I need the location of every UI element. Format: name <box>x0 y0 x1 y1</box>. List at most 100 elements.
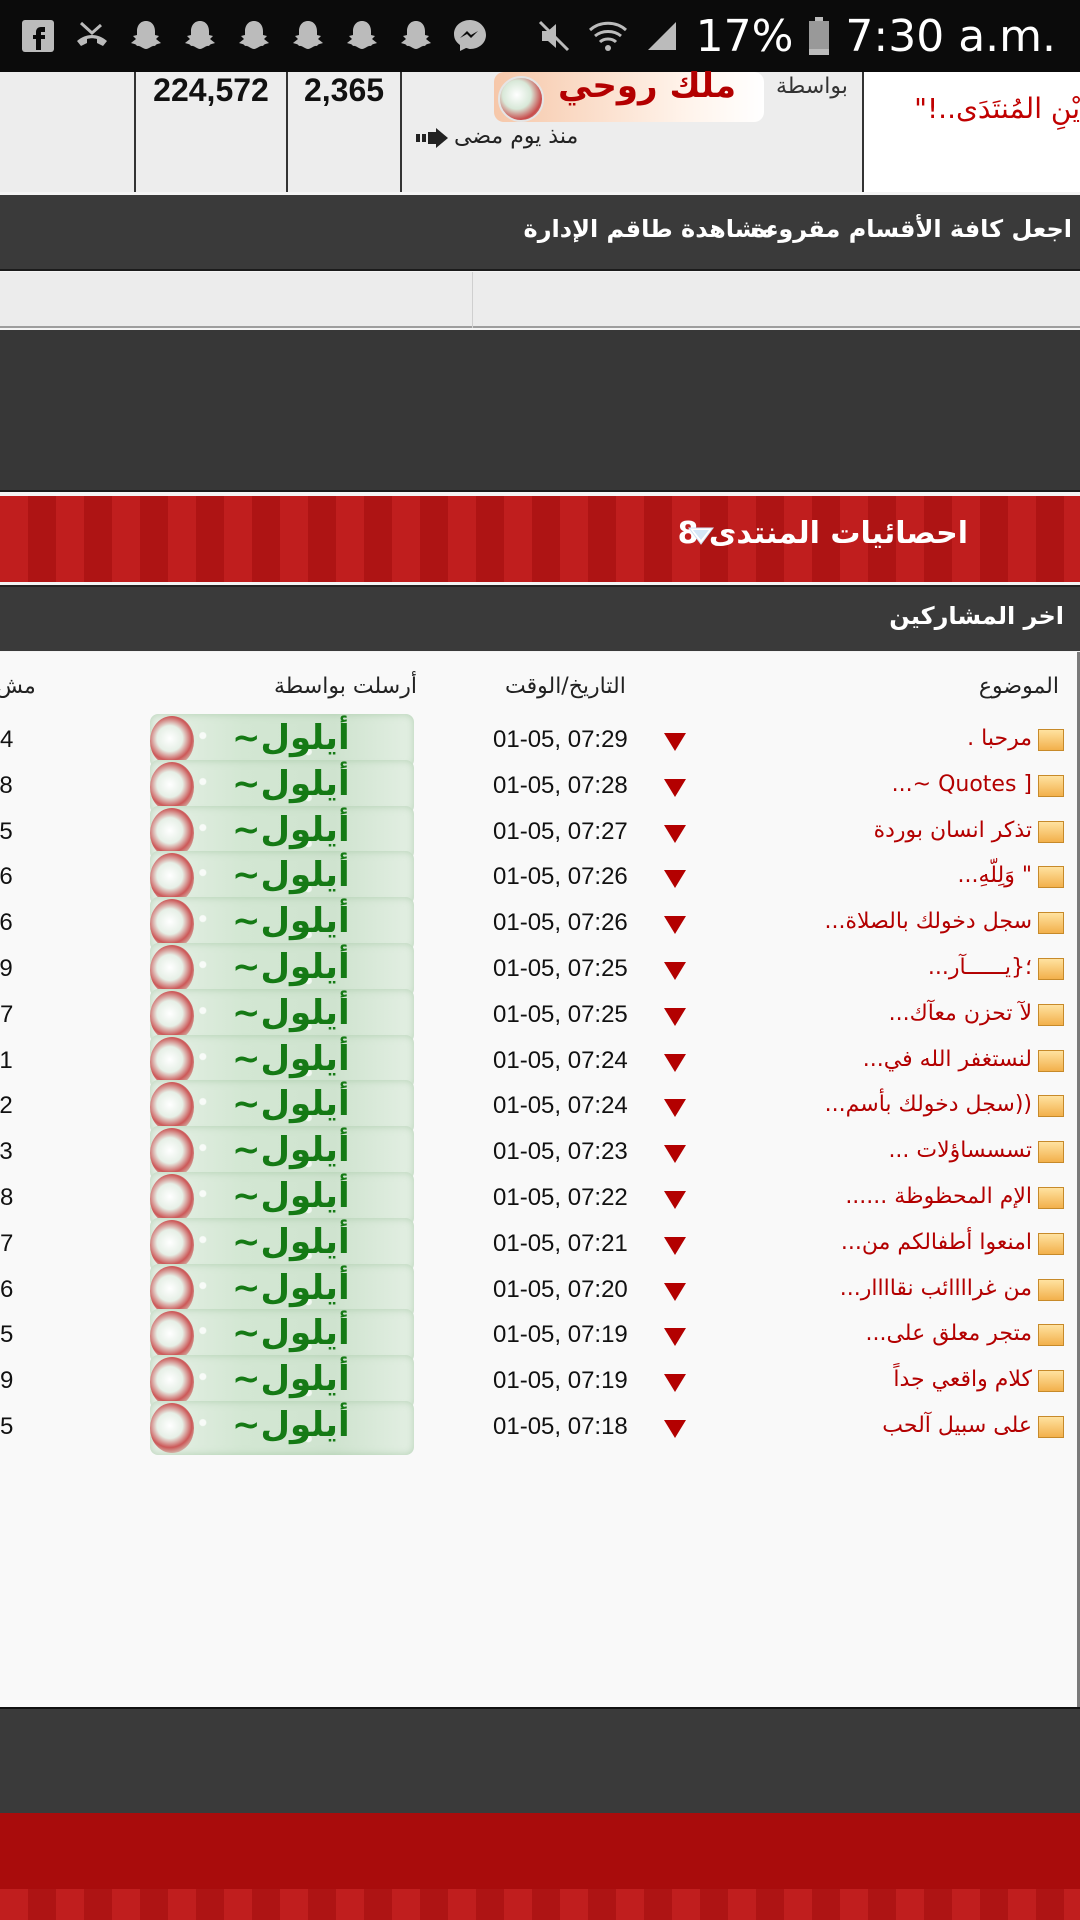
user-avatar[interactable] <box>150 1403 194 1453</box>
topic-link[interactable]: " وَلِلّهِ... <box>958 863 1033 888</box>
go-to-last-post-icon[interactable] <box>662 1326 688 1348</box>
topic-link[interactable]: لنستغفر الله في... <box>863 1047 1032 1072</box>
user-avatar[interactable] <box>150 716 194 766</box>
go-to-last-post-icon[interactable] <box>662 777 688 799</box>
footer-red-band <box>0 1813 1080 1889</box>
poster-username[interactable]: أيلول~ <box>232 1084 350 1124</box>
topic-link[interactable]: من غراااائب نقاااار... <box>840 1276 1032 1301</box>
snapchat-icon <box>342 16 382 56</box>
user-avatar[interactable] <box>150 807 194 858</box>
poster-username[interactable]: أيلول~ <box>232 1130 350 1170</box>
view-count: 8 <box>0 1184 14 1211</box>
poster-username[interactable]: أيلول~ <box>232 901 350 941</box>
topic-link[interactable]: متجر معلق على... <box>865 1321 1032 1346</box>
post-datetime: 01-05, 07:27 <box>493 817 628 845</box>
stat-posts: 224,572 <box>136 72 288 192</box>
user-avatar[interactable] <box>150 945 194 995</box>
topic-folder-icon <box>1038 1370 1064 1393</box>
col-datetime-header: التاريخ/الوقت <box>505 674 626 699</box>
view-count: 53 <box>0 1138 13 1166</box>
poster-username[interactable]: أيلول~ <box>232 764 350 804</box>
view-count: 06 <box>0 909 13 937</box>
view-count: 31 <box>0 1046 13 1074</box>
topic-link[interactable]: تذكر انسان بوردة <box>874 818 1032 843</box>
go-to-last-post-icon[interactable] <box>662 1097 688 1119</box>
go-to-last-post-icon[interactable] <box>662 868 688 890</box>
topic-folder-icon <box>1038 729 1064 751</box>
go-to-last-post-icon[interactable] <box>662 1418 688 1440</box>
topic-link[interactable]: سجل دخولك بالصلاة... <box>824 909 1032 934</box>
go-to-last-post-icon[interactable] <box>662 1143 688 1165</box>
go-to-last-post-icon[interactable] <box>662 914 688 936</box>
user-avatar[interactable] <box>150 1219 194 1270</box>
view-count: 35 <box>0 817 13 845</box>
go-to-last-post-icon[interactable] <box>662 1235 688 1257</box>
member-avatar[interactable] <box>498 76 544 122</box>
poster-username[interactable]: أيلول~ <box>232 947 350 987</box>
view-count: 36 <box>0 863 13 891</box>
user-avatar[interactable] <box>150 1357 194 1408</box>
snapchat-icon <box>126 16 166 56</box>
user-avatar[interactable] <box>150 1128 194 1179</box>
go-to-last-post-icon[interactable] <box>662 823 688 845</box>
divider <box>472 272 473 328</box>
topic-link[interactable]: مرحبا . <box>967 726 1032 751</box>
poster-username[interactable]: أيلول~ <box>232 1405 350 1445</box>
poster-username[interactable]: أيلول~ <box>232 810 350 850</box>
topic-link[interactable]: [ Quotes ~... <box>892 772 1032 797</box>
collapse-arrow-icon[interactable] <box>687 526 715 546</box>
topic-link[interactable]: امنعوا أطفالكم من... <box>841 1230 1032 1255</box>
post-datetime: 01-05, 07:25 <box>493 955 628 982</box>
view-count: 4 <box>0 726 14 753</box>
user-avatar[interactable] <box>150 1036 194 1087</box>
user-avatar[interactable] <box>150 1265 194 1316</box>
poster-username[interactable]: أيلول~ <box>232 1313 350 1353</box>
stat-cell-empty <box>0 72 136 192</box>
forum-quote: يْنِ المُنتَدَى..!" <box>914 92 1080 125</box>
col-count-header: مش <box>0 674 36 699</box>
col-topic-header: الموضوع <box>978 674 1059 699</box>
poster-username[interactable]: أيلول~ <box>232 1359 350 1399</box>
user-avatar[interactable] <box>150 990 194 1041</box>
go-to-last-post-icon[interactable] <box>662 731 688 753</box>
poster-username[interactable]: أيلول~ <box>232 1222 350 1262</box>
go-to-last-post-icon[interactable] <box>662 1189 688 1211</box>
forum-action-bar: اجعل كافة الأقسام مقروءة مشاهدة طاقم الإ… <box>0 195 1080 271</box>
view-count: 5 <box>0 1413 14 1440</box>
topic-link[interactable]: ((سجل دخولك بأسم... <box>825 1092 1032 1117</box>
poster-username[interactable]: أيلول~ <box>232 993 350 1033</box>
forum-stats-title: احصائيات المنتدى 8 <box>677 516 968 551</box>
view-admins-link[interactable]: مشاهدة طاقم الإدارة <box>524 215 774 243</box>
user-avatar[interactable] <box>150 899 194 950</box>
view-count: 7 <box>0 1000 14 1028</box>
topic-link[interactable]: لآ تحزن معآك... <box>889 1001 1032 1026</box>
topic-folder-icon <box>1038 1141 1064 1164</box>
post-datetime: 01-05, 07:18 <box>493 1413 628 1440</box>
user-avatar[interactable] <box>150 1174 194 1224</box>
view-count: 9 <box>0 1367 14 1395</box>
poster-username[interactable]: أيلول~ <box>232 718 350 758</box>
topic-link[interactable]: الإم المحظوظة ...... <box>845 1184 1032 1209</box>
topic-folder-icon <box>1038 1187 1064 1209</box>
topic-link[interactable]: ؛{يــــــآر... <box>928 955 1032 980</box>
post-datetime: 01-05, 07:21 <box>493 1229 628 1257</box>
topic-link[interactable]: على سبيل آلحب <box>882 1413 1032 1438</box>
newest-member-name[interactable]: ملك روحي <box>558 66 736 106</box>
poster-username[interactable]: أيلول~ <box>232 855 350 895</box>
snapchat-icon <box>396 16 436 56</box>
go-to-last-post-icon[interactable] <box>662 1281 688 1303</box>
poster-username[interactable]: أيلول~ <box>232 1176 350 1216</box>
table-row: على سبيل آلحب 01-05, 07:18 أيلول~ 5 <box>0 1401 1080 1465</box>
mark-all-read-link[interactable]: اجعل كافة الأقسام مقروءة <box>752 215 1072 243</box>
forum-stats-header[interactable]: احصائيات المنتدى 8 <box>0 496 1080 582</box>
poster-username[interactable]: أيلول~ <box>232 1268 350 1308</box>
poster-username[interactable]: أيلول~ <box>232 1039 350 1079</box>
topic-link[interactable]: كلام واقعي جداً <box>893 1367 1032 1392</box>
go-to-last-post-icon[interactable] <box>662 1052 688 1074</box>
user-avatar[interactable] <box>150 761 194 812</box>
topic-link[interactable]: تسسساؤلات ... <box>888 1138 1032 1163</box>
go-to-last-post-icon[interactable] <box>662 1006 688 1028</box>
go-to-last-post-icon[interactable] <box>662 960 688 982</box>
post-datetime: 01-05, 07:26 <box>493 909 628 937</box>
go-to-last-post-icon[interactable] <box>662 1372 688 1394</box>
